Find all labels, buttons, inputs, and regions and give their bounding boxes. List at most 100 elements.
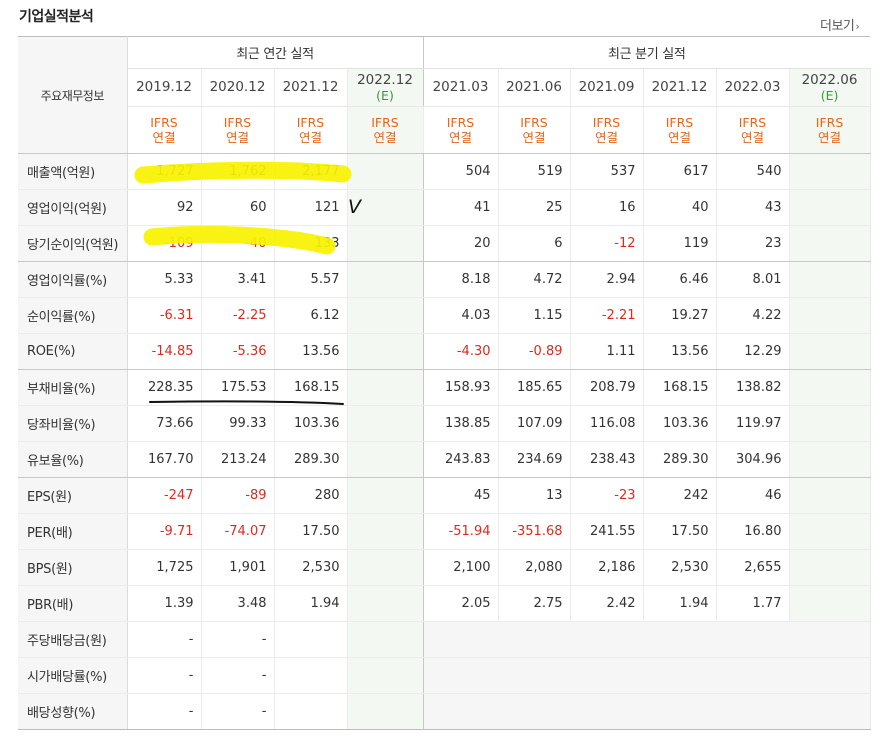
consolidated-label: 연결: [448, 130, 472, 145]
row-label: EPS(원): [18, 477, 128, 514]
value-cell: 304.96: [716, 441, 790, 478]
consolidated-label: 연결: [594, 130, 618, 145]
period-label: 2021.09: [578, 79, 635, 95]
row-label: 배당성향(%): [18, 693, 128, 730]
value-cell: 241.55: [570, 513, 644, 550]
value-cell: -: [201, 657, 275, 694]
more-link[interactable]: 더보기›: [820, 15, 860, 34]
value-cell: 168.15: [274, 369, 348, 406]
value-cell: -23: [570, 477, 644, 514]
value-cell: -74.07: [201, 513, 275, 550]
value-cell: 1.11: [570, 333, 644, 370]
ifrs-label: IFRS: [446, 115, 475, 130]
period-label: 2021.12: [651, 79, 708, 95]
period-header: 2020.12: [201, 68, 275, 107]
value-cell: [347, 477, 424, 514]
value-cell: 99.33: [201, 405, 275, 442]
estimate-mark: (E): [376, 87, 394, 103]
value-cell: 2.94: [570, 261, 644, 298]
corner-header: 주요재무정보: [18, 36, 128, 154]
row-label: PBR(배): [18, 585, 128, 622]
value-cell: 2.05: [423, 585, 499, 622]
table-row: 순이익률(%) -6.31 -2.25 6.12 4.03 1.15 -2.21 19.27 4…: [18, 297, 871, 334]
value-cell: -4.30: [423, 333, 499, 370]
value-cell: [789, 513, 871, 550]
value-cell: [789, 585, 871, 622]
value-cell: 243.83: [423, 441, 499, 478]
value-cell: -14.85: [127, 333, 202, 370]
value-cell: -6.31: [127, 297, 202, 334]
accounting-standard: IFRS 연결: [127, 106, 202, 154]
value-cell: 16.80: [716, 513, 790, 550]
value-cell: 6.46: [643, 261, 717, 298]
row-label: 영업이익(억원): [18, 189, 128, 226]
row-label: 주당배당금(원): [18, 621, 128, 658]
table-row: 당좌비율(%) 73.66 99.33 103.36 138.85 107.09 116.0…: [18, 405, 871, 442]
value-cell: 20: [423, 225, 499, 262]
value-cell: 234.69: [498, 441, 571, 478]
chevron-right-icon: ›: [855, 20, 860, 33]
empty-quarter-cells: [423, 657, 871, 694]
value-cell: -5.36: [201, 333, 275, 370]
accounting-standard: IFRS 연결: [716, 106, 790, 154]
empty-quarter-cells: [423, 621, 871, 658]
value-cell: -89: [201, 477, 275, 514]
accounting-standard: IFRS 연결: [347, 106, 424, 154]
value-cell: [347, 189, 424, 226]
value-cell: [347, 513, 424, 550]
value-cell: -247: [127, 477, 202, 514]
value-cell: [347, 297, 424, 334]
value-cell: 1.15: [498, 297, 571, 334]
value-cell: [274, 621, 348, 658]
value-cell: -: [201, 693, 275, 730]
value-cell: 1.39: [127, 585, 202, 622]
period-label: 2022.12: [357, 71, 413, 88]
financial-table: 주요재무정보 최근 연간 실적 최근 분기 실적 2019.12 2020.12 2…: [18, 36, 871, 730]
value-cell: 289.30: [274, 441, 348, 478]
period-label: 2021.12: [282, 79, 339, 95]
value-cell: 1,762: [201, 153, 275, 190]
value-cell: 6: [498, 225, 571, 262]
value-cell: 1.77: [716, 585, 790, 622]
value-cell: [347, 369, 424, 406]
row-label: 유보율(%): [18, 441, 128, 478]
value-cell: 45: [423, 477, 499, 514]
period-header: 2019.12: [127, 68, 202, 107]
value-cell: [789, 549, 871, 586]
accounting-standard: IFRS 연결: [789, 106, 871, 154]
value-cell: 2,186: [570, 549, 644, 586]
value-cell: 537: [570, 153, 644, 190]
value-cell: [347, 585, 424, 622]
period-header: 2022.03: [716, 68, 790, 107]
value-cell: 121: [274, 189, 348, 226]
period-header: 2021.06: [498, 68, 571, 107]
period-label: 2020.12: [209, 79, 266, 95]
value-cell: 12.29: [716, 333, 790, 370]
value-cell: 1,727: [127, 153, 202, 190]
consolidated-label: 연결: [740, 130, 764, 145]
table-row: 배당성향(%) - -: [18, 693, 871, 730]
consolidated-label: 연결: [818, 130, 842, 145]
value-cell: [347, 657, 424, 694]
row-label: 당좌비율(%): [18, 405, 128, 442]
value-cell: [347, 261, 424, 298]
value-cell: 73.66: [127, 405, 202, 442]
more-link-label[interactable]: 더보기: [820, 19, 855, 34]
value-cell: 8.01: [716, 261, 790, 298]
period-header: 2021.12: [643, 68, 717, 107]
value-cell: 168.15: [643, 369, 717, 406]
value-cell: 175.53: [201, 369, 275, 406]
ifrs-label: IFRS: [592, 115, 621, 130]
ifrs-label: IFRS: [665, 115, 694, 130]
value-cell: 1,901: [201, 549, 275, 586]
section-title: 기업실적분석: [19, 9, 94, 25]
value-cell: 2,655: [716, 549, 790, 586]
period-header: 2022.12 (E): [347, 68, 424, 107]
period-label: 2022.06: [801, 71, 858, 88]
accounting-standard: IFRS 연결: [643, 106, 717, 154]
estimate-mark: (E): [820, 87, 839, 103]
annual-group-header: 최근 연간 실적: [127, 36, 424, 69]
value-cell: 617: [643, 153, 717, 190]
value-cell: 5.33: [127, 261, 202, 298]
table-row: EPS(원) -247 -89 280 45 13 -23 242 46: [18, 477, 871, 514]
